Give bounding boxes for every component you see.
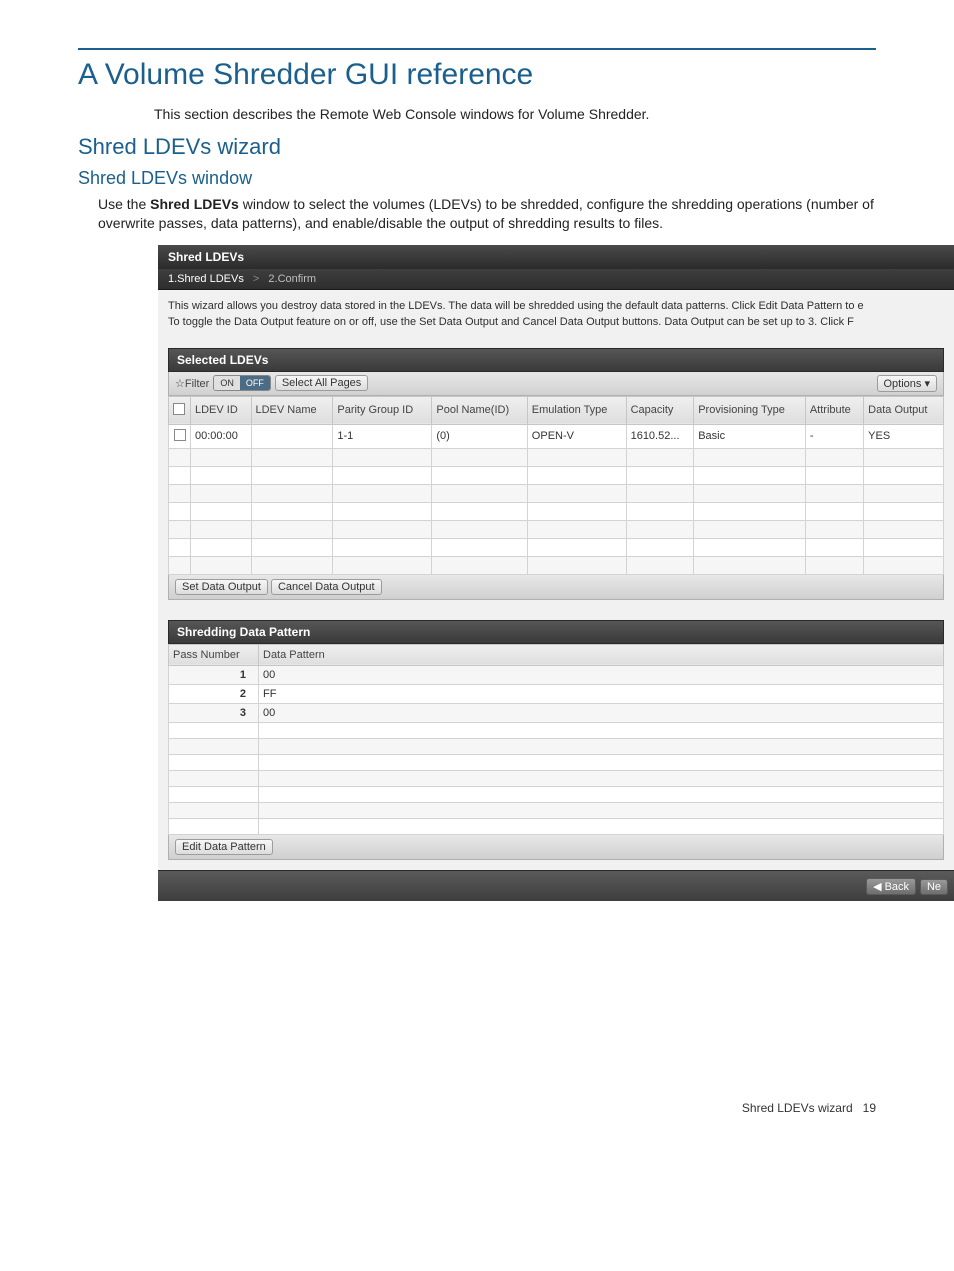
selected-ldevs-toolbar: ☆Filter ONOFF Select All Pages Options ▾ [168,372,944,396]
step-separator: > [253,273,259,285]
wizard-steps: 1.Shred LDEVs > 2.Confirm [158,269,954,290]
table-row [169,556,944,574]
cell-pattern: 00 [259,665,944,684]
wizard-description-line1: This wizard allows you destroy data stor… [168,300,944,312]
col-emulation-type[interactable]: Emulation Type [527,396,626,424]
selected-ldevs-table: LDEV ID LDEV Name Parity Group ID Pool N… [168,396,944,575]
table-row [169,448,944,466]
col-data-pattern[interactable]: Data Pattern [259,644,944,665]
table-row: 3 00 [169,703,944,722]
shredding-pattern-title: Shredding Data Pattern [168,620,944,644]
col-attribute[interactable]: Attribute [805,396,863,424]
set-data-output-button[interactable]: Set Data Output [175,579,268,595]
window-titlebar: Shred LDEVs [158,245,954,269]
cancel-data-output-button[interactable]: Cancel Data Output [271,579,382,595]
checkbox-icon[interactable] [173,403,185,415]
section-heading-window: Shred LDEVs window [78,168,876,189]
footer-text: Shred LDEVs wizard [742,1101,853,1115]
table-row [169,818,944,834]
cell-pattern: FF [259,684,944,703]
col-pool-name-id[interactable]: Pool Name(ID) [432,396,527,424]
cell-cap: 1610.52... [626,424,694,448]
footer-page-num: 19 [863,1101,876,1115]
cell-attr: - [805,424,863,448]
col-ldev-id[interactable]: LDEV ID [191,396,252,424]
cell-pass-num: 2 [169,684,259,703]
cell-ldev-name [251,424,333,448]
cell-parity: 1-1 [333,424,432,448]
header-checkbox[interactable] [169,396,191,424]
cell-out: YES [864,424,944,448]
cell-ldev-id: 00:00:00 [191,424,252,448]
col-capacity[interactable]: Capacity [626,396,694,424]
para-bold: Shred LDEVs [150,196,239,212]
table-row [169,786,944,802]
col-provisioning-type[interactable]: Provisioning Type [694,396,806,424]
pattern-buttons: Edit Data Pattern [168,835,944,860]
back-button[interactable]: ◀ Back [866,878,916,895]
cell-prov: Basic [694,424,806,448]
wizard-footer: ◀ Back Ne [158,870,954,901]
col-parity-group-id[interactable]: Parity Group ID [333,396,432,424]
cell-emu: OPEN-V [527,424,626,448]
step-2[interactable]: 2.Confirm [268,273,316,285]
table-row [169,538,944,556]
checkbox-icon[interactable] [174,429,186,441]
filter-toggle[interactable]: ONOFF [213,375,271,391]
col-pass-number[interactable]: Pass Number [169,644,259,665]
table-row [169,484,944,502]
table-row [169,802,944,818]
table-row [169,770,944,786]
options-button[interactable]: Options ▾ [877,375,938,392]
selected-ldevs-buttons: Set Data Output Cancel Data Output [168,575,944,600]
table-row: 1 00 [169,665,944,684]
section-heading-wizard: Shred LDEVs wizard [78,134,876,160]
appendix-title: A Volume Shredder GUI reference [78,58,876,92]
table-row [169,520,944,538]
filter-on[interactable]: ON [214,376,240,390]
col-ldev-name[interactable]: LDEV Name [251,396,333,424]
table-row: 2 FF [169,684,944,703]
cell-pass-num: 3 [169,703,259,722]
filter-off[interactable]: OFF [240,376,270,390]
cell-pass-num: 1 [169,665,259,684]
col-data-output[interactable]: Data Output [864,396,944,424]
cell-pool: (0) [432,424,527,448]
cell-pattern: 00 [259,703,944,722]
window-description: Use the Shred LDEVs window to select the… [98,195,876,233]
table-row [169,466,944,484]
edit-data-pattern-button[interactable]: Edit Data Pattern [175,839,273,855]
para-pre: Use the [98,196,150,212]
step-1-active[interactable]: 1.Shred LDEVs [168,273,244,285]
intro-paragraph: This section describes the Remote Web Co… [154,106,876,122]
wizard-description-line2: To toggle the Data Output feature on or … [168,316,944,328]
screenshot-container: Shred LDEVs 1.Shred LDEVs > 2.Confirm Th… [158,245,954,901]
table-row [169,754,944,770]
filter-label: ☆Filter [175,377,209,390]
top-rule [78,48,876,50]
table-row[interactable]: 00:00:00 1-1 (0) OPEN-V 1610.52... Basic… [169,424,944,448]
shredding-pattern-table: Pass Number Data Pattern 1 00 2 FF 3 [168,644,944,835]
next-button[interactable]: Ne [920,879,948,895]
select-all-pages-button[interactable]: Select All Pages [275,375,369,391]
table-row [169,502,944,520]
page-footer: Shred LDEVs wizard 19 [0,1101,954,1115]
table-row [169,738,944,754]
selected-ldevs-title: Selected LDEVs [168,348,944,372]
table-row [169,722,944,738]
